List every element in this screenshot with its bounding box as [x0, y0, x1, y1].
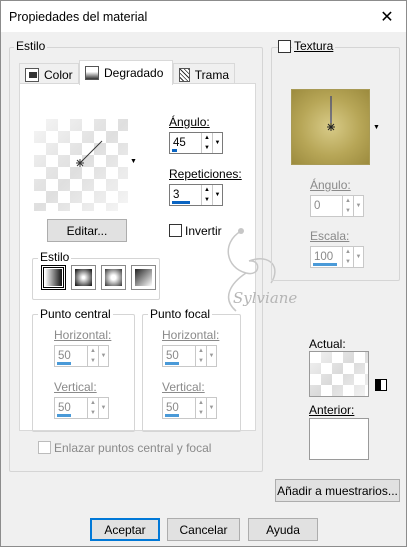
texture-angle-label: Ángulo:: [310, 178, 351, 192]
center-h-up-arrow-icon[interactable]: ▲: [88, 346, 98, 356]
texture-scale-value: 100: [314, 251, 334, 263]
texture-angle-value: 0: [314, 200, 321, 212]
rectangular-style-button[interactable]: [71, 265, 96, 290]
gradient-preview[interactable]: [34, 119, 128, 211]
rectangular-gradient-icon: [75, 269, 92, 286]
texture-scale-label: Escala:: [310, 229, 350, 243]
repeat-down-arrow-icon[interactable]: ▼: [202, 195, 212, 205]
center-h-down-arrow-icon[interactable]: ▼: [88, 356, 98, 366]
add-to-swatches-button[interactable]: Añadir a muestrarios...: [275, 479, 400, 502]
current-label: Actual:: [309, 337, 346, 351]
texture-checkbox[interactable]: [278, 40, 291, 53]
focal-vertical-label: Vertical:: [162, 380, 205, 394]
previous-label: Anterior:: [309, 403, 355, 417]
texture-preview[interactable]: [291, 89, 370, 165]
texture-angle-spinbox[interactable]: 0 ▲ ▼ ▼: [310, 195, 364, 217]
tab-color[interactable]: Color: [19, 63, 79, 85]
radial-gradient-icon: [105, 269, 122, 286]
repeat-dropdown-icon[interactable]: ▼: [212, 185, 222, 205]
pattern-icon: [179, 67, 190, 82]
focal-horizontal-value: 50: [166, 350, 179, 362]
focal-vertical-spinbox[interactable]: 50 ▲ ▼ ▼: [162, 397, 217, 419]
tab-color-label: Color: [44, 67, 73, 82]
focal-h-down-arrow-icon[interactable]: ▼: [196, 356, 206, 366]
invert-checkbox[interactable]: [169, 224, 182, 237]
texture-angle-indicator-icon: [327, 96, 335, 131]
current-material-swatch: [309, 351, 369, 397]
gradient-dropdown-arrow-icon[interactable]: ▼: [130, 158, 137, 165]
focal-v-dropdown-icon[interactable]: ▼: [206, 398, 216, 418]
focal-horizontal-spinbox[interactable]: 50 ▲ ▼ ▼: [162, 345, 217, 367]
tab-trama-label: Trama: [194, 67, 229, 82]
angle-spinbox[interactable]: 45 ▲ ▼ ▼: [169, 132, 223, 154]
linear-style-button[interactable]: [41, 265, 66, 290]
gradient-icon: [85, 66, 99, 80]
angle-up-arrow-icon[interactable]: ▲: [202, 133, 212, 143]
repeat-up-arrow-icon[interactable]: ▲: [202, 185, 212, 195]
center-vertical-spinbox[interactable]: 50 ▲ ▼ ▼: [54, 397, 109, 419]
angle-label: Ángulo:: [169, 115, 210, 129]
center-horizontal-label: Horizontal:: [54, 328, 112, 342]
focal-vertical-value: 50: [166, 402, 179, 414]
title-bar: Propiedades del material ✕: [1, 1, 406, 32]
gradient-style-label: Estilo: [38, 250, 72, 264]
previous-material-swatch[interactable]: [309, 418, 369, 460]
radial-style-button[interactable]: [101, 265, 126, 290]
center-v-up-arrow-icon[interactable]: ▲: [88, 398, 98, 408]
center-vertical-label: Vertical:: [54, 380, 97, 394]
tab-degradado[interactable]: Degradado: [79, 60, 173, 85]
focal-horizontal-label: Horizontal:: [162, 328, 220, 342]
center-vertical-value: 50: [58, 402, 71, 414]
focal-h-up-arrow-icon[interactable]: ▲: [196, 346, 206, 356]
link-points-checkbox[interactable]: [38, 441, 51, 454]
linear-gradient-icon: [45, 269, 62, 286]
sunburst-gradient-icon: [135, 269, 152, 286]
texture-dropdown-arrow-icon[interactable]: ▼: [373, 124, 380, 131]
repeat-spinbox[interactable]: 3 ▲ ▼ ▼: [169, 184, 223, 206]
angle-value: 45: [173, 137, 186, 149]
focal-h-dropdown-icon[interactable]: ▼: [206, 346, 216, 366]
texture-scale-dropdown-icon[interactable]: ▼: [353, 247, 363, 267]
link-points-label: Enlazar puntos central y focal: [54, 441, 212, 455]
ok-button[interactable]: Aceptar: [90, 518, 160, 541]
focal-v-up-arrow-icon[interactable]: ▲: [196, 398, 206, 408]
center-point-label: Punto central: [38, 307, 113, 321]
sunburst-style-button[interactable]: [131, 265, 156, 290]
angle-down-arrow-icon[interactable]: ▼: [202, 143, 212, 153]
repeat-value: 3: [173, 189, 180, 201]
cancel-button[interactable]: Cancelar: [167, 518, 240, 541]
tab-degradado-label: Degradado: [104, 66, 164, 80]
tab-trama[interactable]: Trama: [173, 63, 235, 85]
close-icon[interactable]: ✕: [368, 1, 406, 32]
help-button[interactable]: Ayuda: [248, 518, 318, 541]
center-horizontal-spinbox[interactable]: 50 ▲ ▼ ▼: [54, 345, 109, 367]
center-v-down-arrow-icon[interactable]: ▼: [88, 408, 98, 418]
color-swatch-icon: [25, 67, 39, 82]
estilo-group-label: Estilo: [14, 39, 48, 53]
center-v-dropdown-icon[interactable]: ▼: [98, 398, 108, 418]
edit-gradient-button[interactable]: Editar...: [47, 219, 127, 242]
center-h-dropdown-icon[interactable]: ▼: [98, 346, 108, 366]
angle-dropdown-icon[interactable]: ▼: [212, 133, 222, 153]
gradient-angle-indicator-icon: [34, 119, 128, 211]
texture-label: Textura: [292, 39, 336, 53]
texture-scale-down-arrow-icon[interactable]: ▼: [343, 257, 353, 267]
watermark-text: Sylviane: [233, 289, 298, 307]
texture-scale-up-arrow-icon[interactable]: ▲: [343, 247, 353, 257]
window-title: Propiedades del material: [9, 9, 148, 24]
center-horizontal-value: 50: [58, 350, 71, 362]
texture-scale-spinbox[interactable]: 100 ▲ ▼ ▼: [310, 246, 364, 268]
swap-colors-icon[interactable]: [375, 379, 387, 391]
texture-angle-dropdown-icon[interactable]: ▼: [353, 196, 363, 216]
texture-angle-down-arrow-icon[interactable]: ▼: [343, 206, 353, 216]
material-properties-dialog: Propiedades del material ✕ Estilo Color …: [0, 0, 407, 547]
repeat-label: Repeticiones:: [169, 167, 242, 181]
texture-angle-up-arrow-icon[interactable]: ▲: [343, 196, 353, 206]
focal-v-down-arrow-icon[interactable]: ▼: [196, 408, 206, 418]
